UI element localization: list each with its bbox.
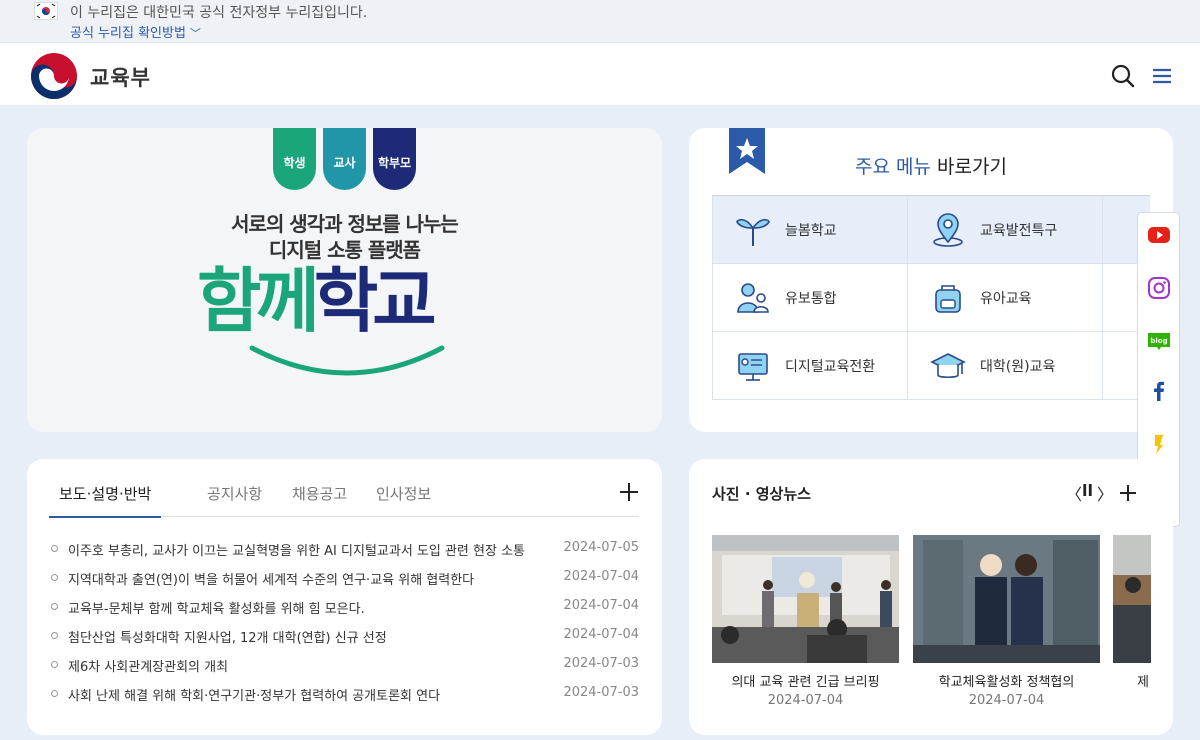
hero-subtitle-line1: 서로의 생각과 정보를 나누는 [231,212,459,236]
more-plus-icon[interactable] [618,481,640,503]
photo-thumbnail[interactable] [1113,535,1151,663]
blog-icon[interactable]: blog [1147,329,1171,353]
monitor-icon [738,353,768,381]
photo-date: 2024-07-04 [968,693,1045,708]
news-item[interactable]: 첨단산업 특성화대학 지원사업, 12개 대학(연합) 신규 선정 2024-0… [49,626,639,646]
korea-flag-icon [34,2,58,20]
ministry-emblem-icon[interactable] [30,52,78,100]
facebook-icon[interactable] [1147,379,1171,403]
bullet-icon [51,661,58,668]
photo-caption[interactable]: 의대 교육 관련 긴급 브리핑 [712,671,899,690]
news-date: 2024-07-03 [563,685,639,700]
bullet-icon [51,574,58,581]
map-pin-icon [933,213,963,247]
news-panel: 보도·설명·반박 공지사항 채용공고 인사정보 이주호 부총리, 교사가 이끄는… [27,459,662,735]
site-header: 교육부 [0,42,1200,105]
news-title: 제6차 사회관계장관회의 개최 [68,660,229,675]
news-title: 지역대학과 출연(연)이 벽을 허물어 세계적 수준의 연구·교육 위해 협력한… [68,573,475,588]
chevron-down-icon: ﹀ [189,27,201,40]
gov-banner-text: 이 누리집은 대한민국 공식 전자정부 누리집입니다. [70,5,368,21]
photo-thumbnail[interactable] [712,535,899,663]
family-icon [737,283,769,313]
tab-press[interactable]: 보도·설명·반박 [49,483,162,518]
hero-banner[interactable]: 학생 교사 학부모 서로의 생각과 정보를 나누는 디지털 소통 플랫폼 함께학… [27,128,662,432]
graduation-cap-icon [930,353,966,379]
news-date: 2024-07-04 [563,598,639,613]
news-title: 이주호 부총리, 교사가 이끄는 교실혁명을 위한 AI 디지털교과서 도입 관… [68,544,525,559]
quick-item-label: 유아교육 [980,291,1032,307]
kakao-story-icon[interactable] [1147,432,1171,456]
quick-item-label: 늘봄학교 [785,223,837,239]
photo-caption[interactable]: 학교체육활성화 정책협의 [913,671,1100,690]
quick-menu-title-rest: 바로가기 [931,156,1007,178]
photo-caption[interactable]: 제 [1113,671,1151,690]
smile-curve-icon [249,345,445,376]
photo-date: 2024-07-04 [767,693,844,708]
news-title: 첨단산업 특성화대학 지원사업, 12개 대학(연합) 신규 선정 [68,631,387,646]
quick-menu-panel: 주요 메뉴 바로가기 늘봄학교 교육발전특구 유보통합 유아교육 디지털교육전환… [689,128,1173,432]
hero-title-part2: 학교 [313,260,437,342]
search-icon [1111,64,1135,88]
search-button[interactable] [1110,63,1136,89]
news-item[interactable]: 사회 난제 해결 위해 학회·연구기관·정부가 협력하여 공개토론회 연다 20… [49,684,639,704]
quick-item-integration[interactable]: 유보통합 [713,264,908,332]
tab-notice[interactable]: 공지사항 [197,483,272,516]
prev-arrow-icon[interactable]: 〈 [1066,481,1082,505]
news-item[interactable]: 지역대학과 출연(연)이 벽을 허물어 세계적 수준의 연구·교육 위해 협력한… [49,568,639,588]
svg-text:blog: blog [1150,337,1167,345]
gov-verify-label: 공식 누리집 확인방법 [70,26,186,41]
quick-item-label: 유보통합 [785,291,837,307]
news-item[interactable]: 제6차 사회관계장관회의 개최 2024-07-03 [49,655,639,675]
bullet-icon [51,690,58,697]
news-date: 2024-07-05 [563,540,639,555]
tag-student: 학생 [273,128,316,190]
news-item[interactable]: 이주호 부총리, 교사가 이끄는 교실혁명을 위한 AI 디지털교과서 도입 관… [49,539,639,559]
news-item[interactable]: 교육부-문체부 함께 학교체육 활성화를 위해 힘 모은다. 2024-07-0… [49,597,639,617]
conference-photo [1113,535,1151,663]
sprout-icon [736,218,770,246]
instagram-icon[interactable] [1147,276,1171,300]
briefing-photo [712,535,899,663]
news-date: 2024-07-03 [563,656,639,671]
quick-item-early-childhood[interactable]: 유아교육 [908,264,1103,332]
quick-item-label: 교육발전특구 [980,223,1058,239]
backpack-icon [935,285,961,313]
youtube-icon[interactable] [1147,223,1171,247]
hero-title-part1: 함께 [197,260,320,342]
quick-menu-grid: 늘봄학교 교육발전특구 유보통합 유아교육 디지털교육전환 대학(원)교육 [712,195,1150,400]
gov-verify-link[interactable]: 공식 누리집 확인방법 ﹀ [70,22,201,41]
photo-news-panel: 사진 · 영상뉴스 〈 ll 〉 의대 교육 관련 긴급 브리핑 2024-07… [689,459,1173,735]
menu-button[interactable] [1149,63,1175,89]
bullet-icon [51,632,58,639]
tag-teacher: 교사 [323,128,366,190]
news-title: 사회 난제 해결 위해 학회·연구기관·정부가 협력하여 공개토론회 연다 [68,689,441,704]
quick-item-label: 대학(원)교육 [980,359,1056,375]
tab-personnel[interactable]: 인사정보 [366,483,441,516]
quick-item-university[interactable]: 대학(원)교육 [908,332,1103,400]
next-arrow-icon[interactable]: 〉 [1097,481,1113,505]
photo-news-title: 사진 · 영상뉴스 [712,485,811,503]
quick-item-neulbom[interactable]: 늘봄학교 [713,196,908,264]
hero-title: 함께학교 [197,256,497,346]
news-date: 2024-07-04 [563,627,639,642]
meeting-photo [913,535,1100,663]
more-plus-icon[interactable] [1119,484,1137,502]
quick-item-label: 디지털교육전환 [785,359,876,375]
quick-item-education-zone[interactable]: 교육발전특구 [908,196,1103,264]
site-logo-text[interactable]: 교육부 [90,62,151,92]
tab-recruit[interactable]: 채용공고 [282,483,357,516]
bullet-icon [51,603,58,610]
news-tabs: 보도·설명·반박 공지사항 채용공고 인사정보 [49,479,639,518]
gov-banner: 이 누리집은 대한민국 공식 전자정부 누리집입니다. 공식 누리집 확인방법 ﹀ [0,0,1200,42]
pause-icon[interactable]: ll [1082,481,1093,500]
hamburger-icon [1153,68,1171,84]
quick-menu-title-highlight: 주요 메뉴 [855,156,931,178]
bullet-icon [51,545,58,552]
photo-thumbnail[interactable] [913,535,1100,663]
quick-item-digital[interactable]: 디지털교육전환 [713,332,908,400]
tag-parent: 학부모 [373,128,416,190]
news-date: 2024-07-04 [563,569,639,584]
news-title: 교육부-문체부 함께 학교체육 활성화를 위해 힘 모은다. [68,602,365,617]
quick-menu-title: 주요 메뉴 바로가기 [689,152,1173,179]
